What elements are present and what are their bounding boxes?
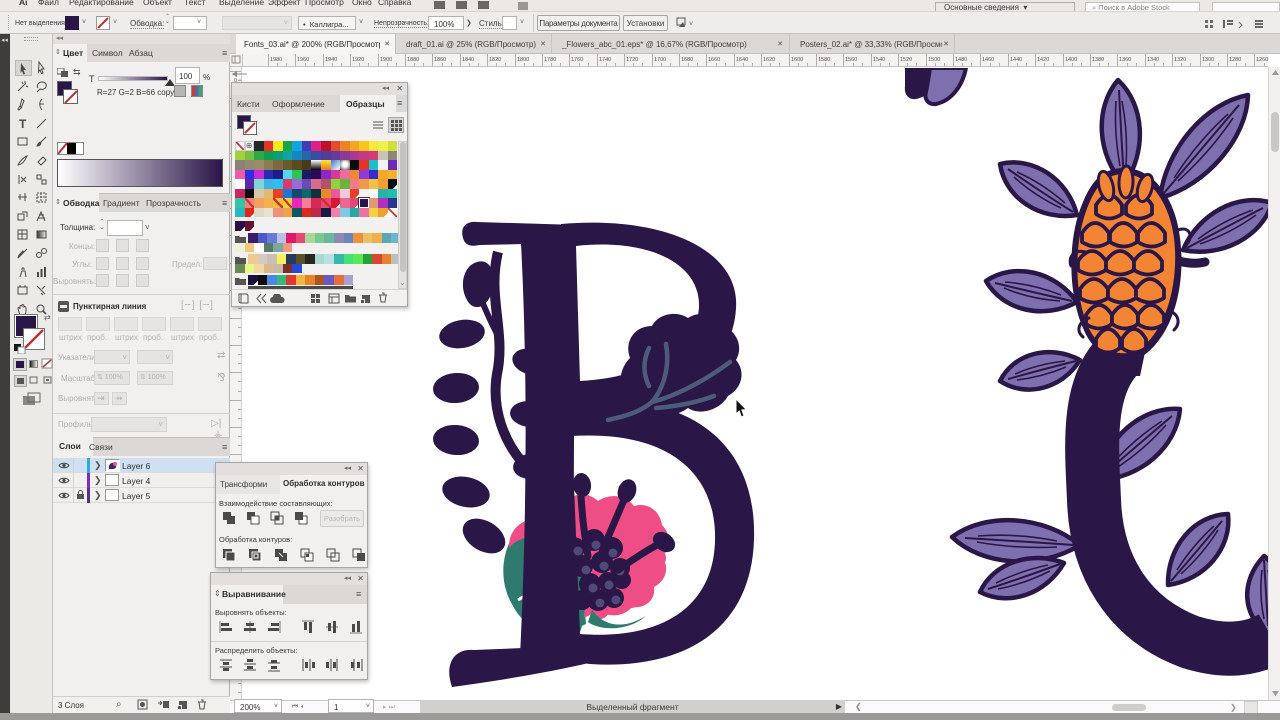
svg-text:T: T xyxy=(19,117,27,130)
svg-text:˅: ˅ xyxy=(689,21,693,28)
